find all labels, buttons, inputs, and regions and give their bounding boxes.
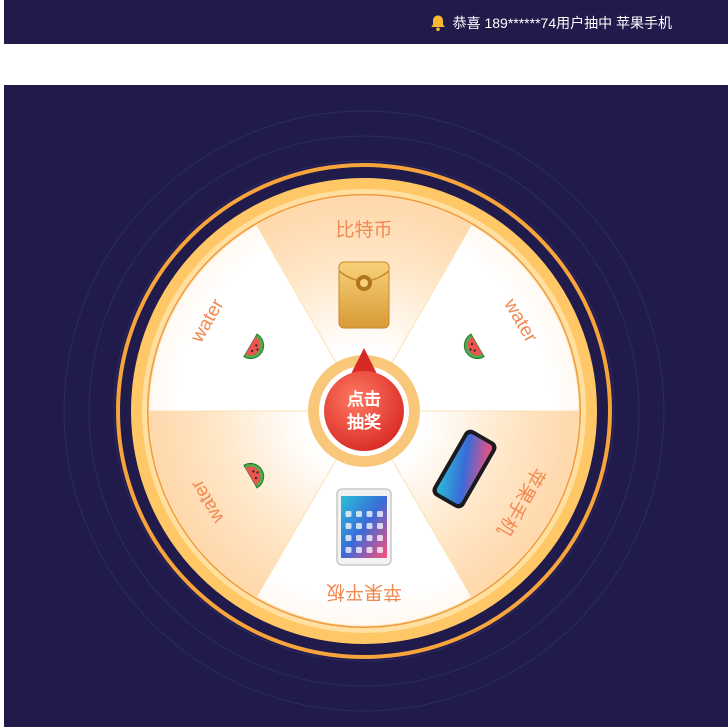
wheel-segment-content: 苹果平板 [326,488,402,603]
bell-icon [430,14,446,32]
winner-notice-text: 恭喜 189******74用户抽中 苹果手机 [452,15,672,31]
prize-wheel[interactable]: 比特币water苹果手机苹果平板waterwater 点击 抽奖 [116,163,612,659]
lottery-stage: 比特币 water 苹果手机 苹果平板 water water 点击 抽奖 [4,85,728,727]
red-envelope-icon [338,261,390,329]
draw-button-line2: 抽奖 [347,412,382,432]
wheel-segment-content: 比特币 [335,219,393,329]
top-notification-bar: 恭喜 189******74用户抽中 苹果手机 [4,0,728,44]
draw-button-line1: 点击 [347,389,381,409]
winner-notice: 恭喜 189******74用户抽中 苹果手机 [430,14,672,32]
segment-label: 比特币 [335,219,392,241]
segment-label: 苹果平板 [326,581,402,603]
tablet-icon [336,488,392,566]
